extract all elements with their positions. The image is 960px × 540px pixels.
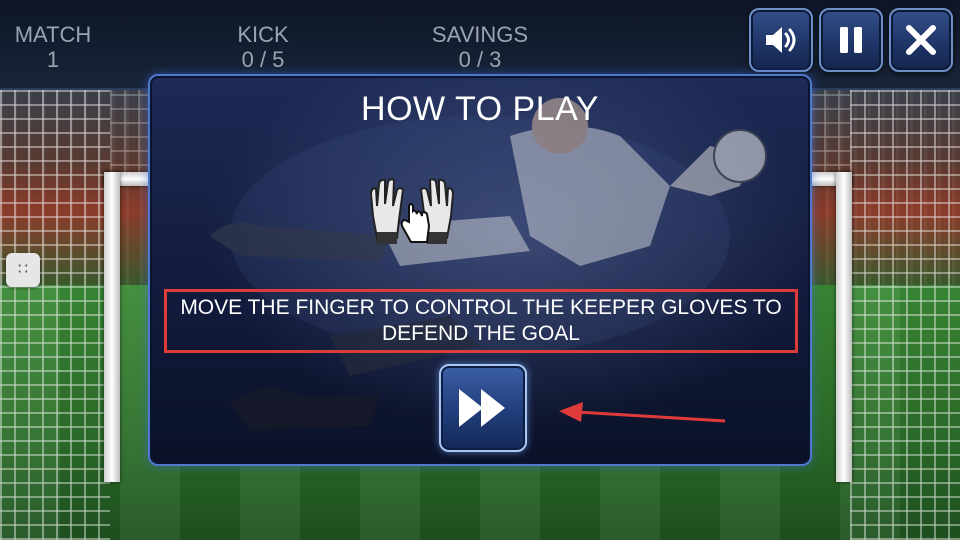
match-value: 1 [46, 47, 60, 72]
dialog-title: HOW TO PLAY [361, 90, 599, 128]
savings-value: 0 / 3 [458, 47, 502, 72]
match-label: MATCH [14, 22, 92, 47]
goal-post-right [836, 172, 852, 482]
instruction-highlight-box: MOVE THE FINGER TO CONTROL THE KEEPER GL… [164, 289, 798, 353]
speaker-icon [766, 27, 796, 53]
fast-forward-icon [459, 389, 505, 427]
goal-net-left [0, 90, 110, 540]
close-icon [906, 25, 936, 55]
gloves-hand-icon [369, 178, 455, 244]
goal-post-left [104, 172, 120, 482]
annotation-arrow-icon [559, 402, 726, 423]
kick-value: 0 / 5 [241, 47, 285, 72]
close-button[interactable] [889, 8, 953, 72]
drag-handle-icon: ∷ [17, 261, 29, 278]
next-button[interactable] [439, 364, 527, 452]
pause-button[interactable] [819, 8, 883, 72]
instruction-text: MOVE THE FINGER TO CONTROL THE KEEPER GL… [180, 296, 782, 345]
kick-label: KICK [237, 22, 289, 47]
match-stat: MATCH 1 [8, 22, 98, 72]
sound-button[interactable] [749, 8, 813, 72]
kick-stat: KICK 0 / 5 [213, 22, 313, 72]
drag-handle[interactable]: ∷ [6, 253, 40, 287]
goal-net-right [850, 90, 960, 540]
savings-stat: SAVINGS 0 / 3 [420, 22, 540, 72]
savings-label: SAVINGS [431, 22, 529, 47]
pause-icon [840, 27, 862, 53]
